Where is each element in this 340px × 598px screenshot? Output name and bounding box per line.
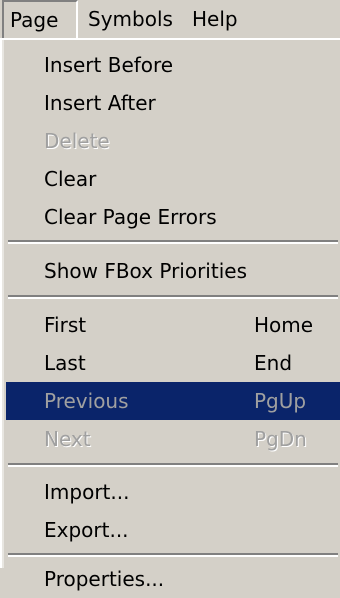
menu-item-export[interactable]: Export... [6, 511, 340, 549]
menu-item-clear[interactable]: Clear [6, 160, 340, 198]
menu-item-label: Show FBox Priorities [44, 259, 247, 283]
menu-item-last[interactable]: Last End [6, 344, 340, 382]
menu-item-previous[interactable]: Previous PgUp [6, 382, 340, 420]
menu-item-delete[interactable]: Delete [6, 122, 340, 160]
menu-item-shortcut: PgDn [254, 427, 307, 451]
menu-item-label: Delete [44, 129, 110, 153]
menu-separator [8, 295, 338, 299]
menu-item-label: Import... [44, 480, 130, 504]
menu-item-shortcut: PgUp [254, 389, 307, 413]
menu-item-insert-after[interactable]: Insert After [6, 84, 340, 122]
menu-item-first[interactable]: First Home [6, 306, 340, 344]
menu-item-properties[interactable]: Properties... [6, 560, 340, 598]
menu-item-label: Export... [44, 518, 129, 542]
menu-item-next[interactable]: Next PgDn [6, 420, 340, 458]
menu-item-label: Insert Before [44, 53, 174, 77]
menu-separator [8, 463, 338, 467]
menu-item-label: Last [44, 351, 86, 375]
menu-item-show-fbox-priorities[interactable]: Show FBox Priorities [6, 252, 340, 290]
menu-symbols[interactable]: Symbols [88, 0, 173, 38]
menu-item-import[interactable]: Import... [6, 473, 340, 511]
menu-item-label: Insert After [44, 91, 156, 115]
menu-page[interactable]: Page [2, 0, 78, 38]
menu-item-label: First [44, 313, 87, 337]
menu-item-shortcut: Home [254, 313, 314, 337]
menu-separator [8, 240, 338, 244]
menu-item-label: Clear [44, 167, 97, 191]
menu-item-label: Properties... [44, 567, 165, 591]
menu-item-clear-page-errors[interactable]: Clear Page Errors [6, 198, 340, 236]
menu-item-label: Next [44, 427, 91, 451]
menu-separator [8, 553, 338, 557]
menu-item-insert-before[interactable]: Insert Before [6, 46, 340, 84]
page-menu-dropdown: Insert Before Insert After Delete Clear … [0, 38, 340, 591]
menu-item-shortcut: End [254, 351, 293, 375]
menu-bar: Page Symbols Help [0, 0, 340, 38]
menu-help[interactable]: Help [192, 0, 238, 38]
menu-item-label: Previous [44, 389, 129, 413]
menu-item-label: Clear Page Errors [44, 205, 217, 229]
